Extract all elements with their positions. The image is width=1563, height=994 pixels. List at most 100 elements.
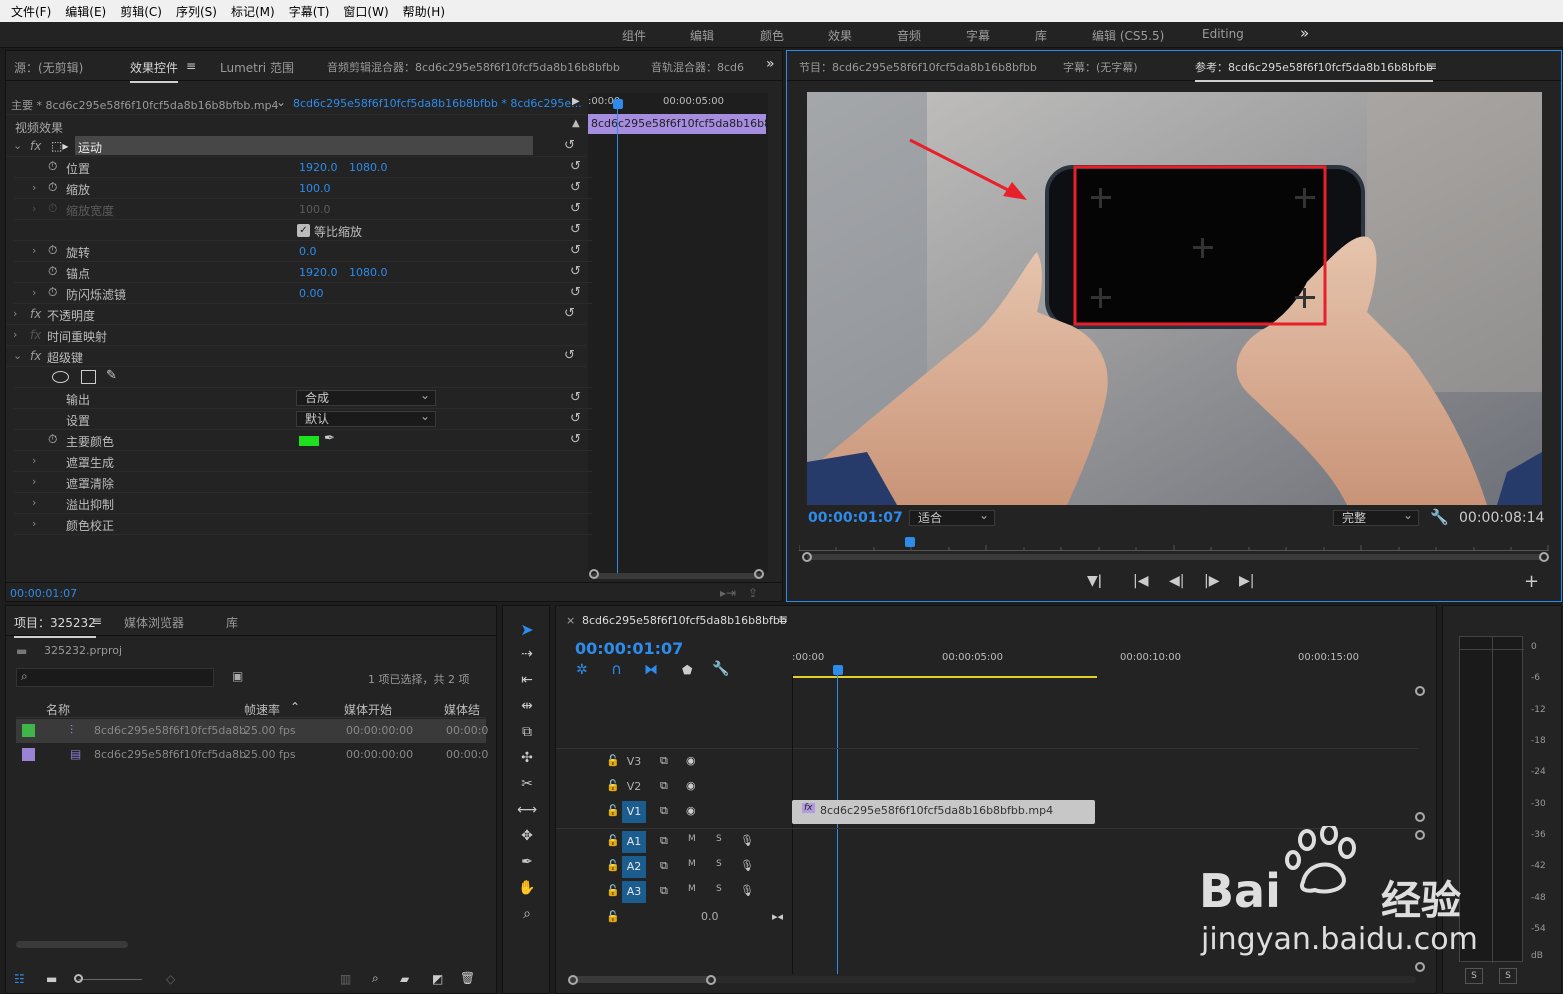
flicker-row[interactable]: › ⏱ 防闪烁滤镜 0.00 ↺ [14,283,592,304]
add-marker-icon[interactable]: ⬟ [682,663,692,677]
eye-icon[interactable]: ◉ [686,754,696,767]
v-scroll-bottom[interactable] [1415,962,1425,972]
timeline-playhead[interactable] [833,665,843,675]
tab-project[interactable]: 项目：325232 [14,614,96,638]
col-framerate[interactable]: 帧速率 [244,701,280,718]
snap-icon[interactable]: ✲ [576,662,588,678]
ws-more-icon[interactable]: » [1300,24,1309,42]
eyedropper-icon[interactable]: ✒ [324,431,335,446]
playhead-marker[interactable] [613,99,623,109]
menu-help[interactable]: 帮助(H) [396,3,452,20]
position-row[interactable]: ⏱ 位置 1920.0 1080.0 ↺ [14,157,592,178]
rotation-row[interactable]: › ⏱ 旋转 0.0 ↺ [14,241,592,262]
expand-icon[interactable]: › [32,454,36,467]
eye-icon[interactable]: ◉ [686,779,696,792]
reset-icon[interactable]: ↺ [570,201,581,216]
h-scrollbar-track[interactable] [570,976,1416,983]
ws-editing-en[interactable]: Editing [1202,27,1244,41]
add-button[interactable]: + [1524,571,1539,592]
rolling-edit-icon[interactable]: ⇹ [517,698,537,718]
panel-menu-icon[interactable]: ≡ [1427,59,1437,73]
menu-marker[interactable]: 标记(M) [224,3,282,20]
sync-lock-icon[interactable]: ⧉ [660,779,668,793]
sync-lock-icon[interactable]: ⧉ [660,754,668,768]
go-to-end-icon[interactable]: ▸◂ [772,910,783,923]
track-select-icon[interactable]: ⇢ [517,646,537,666]
reset-icon[interactable]: ↺ [570,180,581,195]
list-view-icon[interactable]: ☷ [14,972,25,986]
table-row[interactable]: ⫶ 8cd6c295e58f6f10fcf5da8b 25.00 fps 00:… [16,719,488,743]
zoom-handle-right[interactable] [754,569,764,579]
timeline-timecode[interactable]: 00:00:01:07 [575,639,683,658]
reset-icon[interactable]: ↺ [564,138,575,153]
collapse-icon[interactable]: ⌄ [13,139,22,152]
mute-button[interactable]: M [688,859,696,869]
new-item-icon[interactable]: ◩ [432,972,443,986]
wrench-icon[interactable]: 🔧 [1430,508,1449,526]
ws-libraries[interactable]: 库 [1035,27,1047,44]
tab-media-browser[interactable]: 媒体浏览器 [124,614,184,631]
menu-sequence[interactable]: 序列(S) [169,3,224,20]
sync-lock-icon[interactable]: ⧉ [660,884,668,898]
panel-menu-icon[interactable]: ≡ [778,612,788,626]
reset-icon[interactable]: ↺ [570,411,581,426]
tab-source[interactable]: 源：(无剪辑) [14,59,83,76]
matte-generation-row[interactable]: › 遮罩生成 [14,451,592,472]
ws-editing-cs55[interactable]: 编辑 (CS5.5) [1092,27,1164,44]
tab-audio-clip-mixer[interactable]: 音频剪辑混合器：8cd6c295e58f6f10fcf5da8b16b8bfbb [327,59,620,75]
label-color-swatch[interactable] [22,724,35,737]
tab-effect-controls[interactable]: 效果控件 [130,59,179,83]
selection-tool-icon[interactable]: ➤ [517,620,537,640]
lock-icon[interactable]: 🔓 [606,804,620,817]
stopwatch-icon[interactable]: ⏱ [48,285,57,300]
razor-tool-icon[interactable]: ✂ [517,776,537,796]
quality-dropdown[interactable]: 完整 [1333,508,1419,526]
ws-effects[interactable]: 效果 [828,27,852,44]
solo-left-button[interactable]: S [1465,968,1483,984]
chevron-down-icon[interactable]: ⌄ [276,95,286,109]
panel-menu-icon[interactable]: ≡ [92,614,102,628]
go-to-in-icon[interactable]: |◀ [1133,573,1148,589]
nest-icon[interactable]: ⧓ [644,662,658,678]
motion-effect-row[interactable]: ⌄ fx ⬚▸ 运动 ↺ [6,136,586,157]
lock-icon[interactable]: 🔓 [606,884,620,897]
color-correction-row[interactable]: › 颜色校正 [14,514,592,535]
tab-captions[interactable]: 字幕：(无字幕) [1063,59,1138,75]
lock-icon[interactable]: 🔓 [606,779,620,792]
tab-lumetri-scopes[interactable]: Lumetri 范围 [220,59,294,76]
mic-icon[interactable]: 🎙 [740,834,754,847]
ultra-key-row[interactable]: ⌄ fx 超级键 ↺ [6,346,586,367]
ws-assembly[interactable]: 组件 [622,27,646,44]
stopwatch-icon[interactable]: ⏱ [48,243,57,258]
sync-lock-icon[interactable]: ⧉ [660,859,668,873]
program-zoom-left[interactable] [802,552,812,562]
bin-icon[interactable]: ▣ [232,669,243,683]
zoom-slider[interactable] [78,979,142,980]
menu-clip[interactable]: 剪辑(C) [113,3,169,20]
program-timecode[interactable]: 00:00:01:07 [808,510,903,526]
search-input[interactable]: ⌕ [16,668,214,687]
reset-icon[interactable]: ↺ [570,243,581,258]
zoom-slider-handle[interactable] [74,974,83,983]
mic-icon[interactable]: 🎙 [740,859,754,872]
label-color-swatch[interactable] [22,748,35,761]
h-zoom-right[interactable] [706,975,716,985]
lock-icon[interactable]: 🔓 [606,834,620,847]
output-dropdown[interactable]: 合成 [296,388,436,406]
sort-asc-icon[interactable]: ⌃ [290,700,300,714]
lock-icon[interactable]: 🔓 [606,754,620,767]
close-icon[interactable]: × [566,614,575,627]
anchor-row[interactable]: ⏱ 锚点 1920.0 1080.0 ↺ [14,262,592,283]
v-scroll-top[interactable] [1415,686,1425,696]
ws-audio[interactable]: 音频 [897,27,921,44]
filter-icon[interactable]: ▸⇥ [720,586,736,600]
expand-icon[interactable]: › [32,181,36,194]
menu-window[interactable]: 窗口(W) [336,3,395,20]
lock-icon[interactable]: 🔓 [606,910,620,923]
scale-row[interactable]: › ⏱ 缩放 100.0 ↺ [14,178,592,199]
ws-editing[interactable]: 编辑 [690,27,714,44]
mini-timeline-scrollbar[interactable] [592,573,762,579]
step-forward-icon[interactable]: |▶ [1204,573,1219,589]
video-frame[interactable] [807,92,1542,505]
pen-mask-icon[interactable]: ✎ [106,368,117,383]
